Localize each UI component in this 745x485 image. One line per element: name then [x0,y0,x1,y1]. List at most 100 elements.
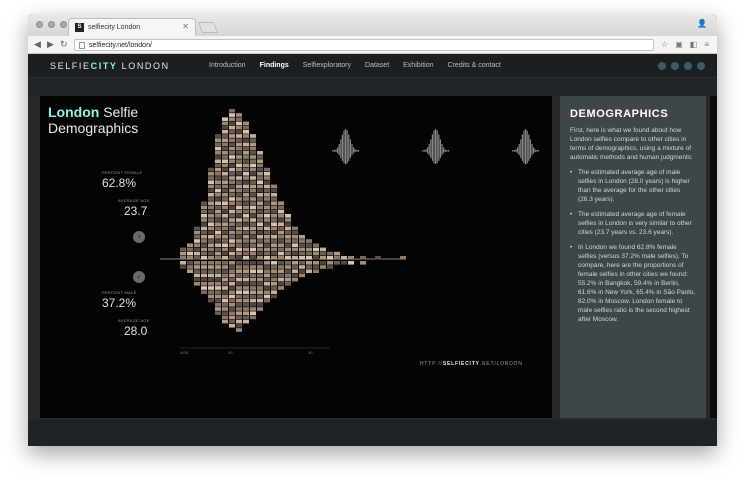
mini-chart-bar [428,143,430,156]
selfie-thumbnail [236,230,242,235]
address-bar[interactable]: selfiecity.net/london/ [74,39,654,51]
nav-selfiexploratory[interactable]: Selfiexploratory [296,54,358,78]
selfie-thumbnail [229,142,235,147]
selfie-thumbnail [194,282,200,286]
selfie-thumbnail [271,193,277,197]
mini-chart-bar [332,150,334,152]
forward-arrow-icon[interactable]: ▶ [47,39,54,50]
selfie-thumbnail [222,265,228,269]
selfie-thumbnail [264,180,270,184]
selfie-thumbnail [222,269,228,273]
mini-chart-bar [427,147,429,154]
bookmark-star-icon[interactable]: ☆ [661,40,668,50]
selfie-thumbnail [236,315,242,320]
nav-introduction[interactable]: Introduction [202,54,253,78]
twitter-icon[interactable] [658,62,666,70]
selfie-thumbnail [208,214,214,218]
maximize-window-button[interactable] [60,21,67,28]
selfie-thumbnail [278,277,284,282]
selfie-thumbnail [243,201,249,205]
selfie-thumbnail [236,197,242,201]
selfie-thumbnail [243,243,249,247]
findings-list: The estimated average age of male selfie… [570,168,696,324]
selfie-thumbnail [229,180,235,184]
selfie-thumbnail [236,113,242,117]
extension-icon[interactable]: ▣ [675,40,683,50]
selfie-thumbnail [208,282,214,286]
selfie-thumbnail [285,226,291,231]
back-arrow-icon[interactable]: ◀ [34,39,41,50]
selfie-thumbnail [264,290,270,294]
selfie-thumbnail [215,193,221,197]
selfie-thumbnail [215,256,221,260]
selfie-thumbnail [278,282,284,286]
selfie-thumbnail [264,282,270,286]
close-window-button[interactable] [36,21,43,28]
selfie-thumbnail [222,146,228,151]
selfie-thumbnail [278,261,284,265]
selfie-thumbnail [236,286,242,290]
selfie-thumbnail [215,273,221,278]
instagram-icon[interactable] [684,62,692,70]
selfie-thumbnail [306,239,312,243]
selfie-thumbnail [201,222,207,226]
selfie-thumbnail [243,138,249,142]
selfie-thumbnail [250,315,256,320]
extension-icon-2[interactable]: ◧ [690,40,698,50]
selfie-thumbnail [285,214,291,218]
selfie-thumbnail [222,121,228,126]
selfie-thumbnail [201,243,207,247]
selfie-thumbnail [327,265,333,269]
selfie-thumbnail [243,222,249,226]
selfie-thumbnail [264,197,270,201]
selfie-thumbnail [215,180,221,184]
nav-exhibition[interactable]: Exhibition [396,54,440,78]
nav-credits[interactable]: Credits & contact [441,54,508,78]
selfie-thumbnail [229,290,235,294]
selfie-thumbnail [180,251,186,256]
menu-icon[interactable]: ≡ [704,40,709,50]
minimize-window-button[interactable] [48,21,55,28]
browser-tab[interactable]: S selfiecity London ✕ [68,18,196,36]
selfie-thumbnail [334,251,340,256]
selfie-thumbnail [250,265,256,269]
selfie-thumbnail [236,121,242,126]
selfie-thumbnail [236,205,242,210]
selfie-thumbnail [257,159,263,163]
selfie-thumbnail [264,277,270,282]
selfie-thumbnail [208,197,214,201]
site-logo[interactable]: SELFIECITY LONDON [50,61,170,71]
selfie-thumbnail [278,286,284,290]
new-tab-button[interactable] [197,22,219,33]
selfie-thumbnail [278,218,284,222]
selfie-thumbnail [264,235,270,239]
selfie-thumbnail [229,307,235,311]
selfie-thumbnail [201,235,207,239]
female-percent-value: 62.8% [102,176,137,190]
reload-icon[interactable]: ↻ [60,39,68,50]
selfie-thumbnail [257,286,263,290]
share-icon[interactable] [697,62,705,70]
selfie-thumbnail [250,269,256,273]
selfie-thumbnail [285,273,291,278]
selfie-thumbnail [243,205,249,210]
selfie-thumbnail [320,265,326,269]
close-tab-icon[interactable]: ✕ [182,22,189,31]
mini-chart-bar [356,150,358,152]
selfie-thumbnail [250,197,256,201]
selfie-thumbnail [278,243,284,247]
selfie-thumbnail [201,290,207,294]
facebook-icon[interactable] [671,62,679,70]
selfie-thumbnail [208,167,214,172]
selfie-thumbnail [194,239,200,243]
selfie-thumbnail [236,163,242,168]
selfie-thumbnail [271,277,277,282]
selfie-thumbnail [215,239,221,243]
profile-icon[interactable]: 👤 [697,19,707,28]
selfie-thumbnail [236,214,242,218]
selfie-thumbnail [208,239,214,243]
selfie-thumbnail [229,197,235,201]
nav-dataset[interactable]: Dataset [358,54,396,78]
mini-chart-bar [533,147,535,154]
nav-findings[interactable]: Findings [253,54,296,78]
